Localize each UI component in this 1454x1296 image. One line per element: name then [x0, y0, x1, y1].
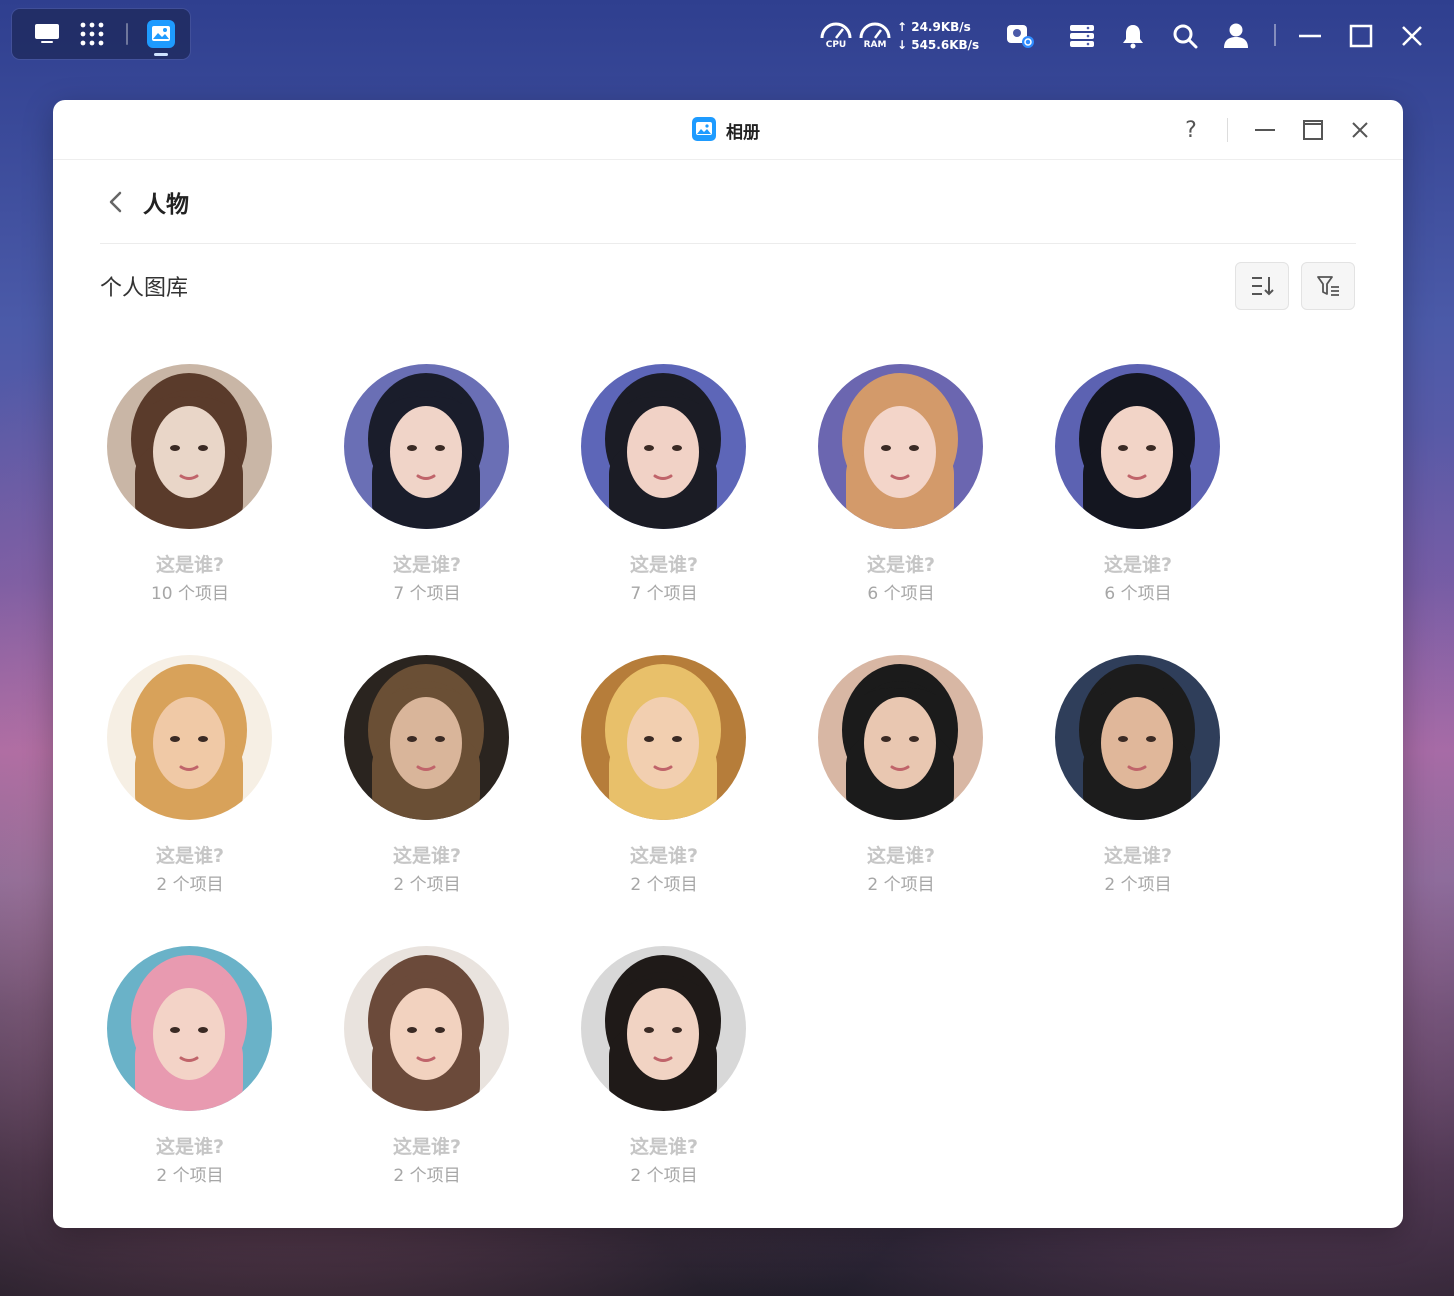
- album-window: 相册 ? 人物 个人图库 这是谁? 10 个项目 这是谁? 7 个项目 这是谁? 7 个项…: [53, 100, 1403, 1228]
- person-avatar[interactable]: [1055, 364, 1220, 529]
- person-item-count: 6 个项目: [1104, 584, 1172, 604]
- ram-label: RAM: [863, 40, 887, 50]
- person-avatar[interactable]: [107, 364, 272, 529]
- tray-divider: [1274, 24, 1276, 46]
- person-name[interactable]: 这是谁?: [559, 550, 769, 577]
- taskbar-left: [12, 9, 190, 59]
- search-icon[interactable]: [1169, 20, 1201, 52]
- person-item-count: 6 个项目: [867, 584, 935, 604]
- cpu-label: CPU: [825, 40, 847, 50]
- window-title: 相册: [726, 123, 760, 143]
- person-item-count: 7 个项目: [393, 584, 461, 604]
- active-indicator: [154, 53, 168, 56]
- person-avatar[interactable]: [344, 946, 509, 1111]
- person-avatar[interactable]: [581, 364, 746, 529]
- person-card[interactable]: 这是谁? 7 个项目: [559, 364, 769, 614]
- person-card[interactable]: 这是谁? 2 个项目: [85, 946, 295, 1196]
- close-icon[interactable]: [1396, 20, 1428, 52]
- section-title: 个人图库: [100, 276, 189, 301]
- person-card[interactable]: 这是谁? 2 个项目: [85, 655, 295, 905]
- person-card[interactable]: 这是谁? 7 个项目: [322, 364, 532, 614]
- person-avatar[interactable]: [344, 364, 509, 529]
- desktop-icon[interactable]: [30, 17, 64, 51]
- person-item-count: 2 个项目: [393, 1166, 461, 1186]
- person-avatar[interactable]: [581, 946, 746, 1111]
- person-name[interactable]: 这是谁?: [322, 550, 532, 577]
- cloud-sync-icon[interactable]: [1004, 20, 1036, 52]
- person-item-count: 2 个项目: [630, 1166, 698, 1186]
- person-name[interactable]: 这是谁?: [1033, 841, 1243, 868]
- person-name[interactable]: 这是谁?: [322, 841, 532, 868]
- download-rate: ↓ 545.6KB/s: [897, 38, 980, 52]
- person-name[interactable]: 这是谁?: [1033, 550, 1243, 577]
- help-button[interactable]: ?: [1177, 116, 1205, 144]
- person-card[interactable]: 这是谁? 2 个项目: [796, 655, 1006, 905]
- person-card[interactable]: 这是谁? 2 个项目: [559, 946, 769, 1196]
- person-item-count: 2 个项目: [867, 875, 935, 895]
- ram-gauge[interactable]: RAM: [857, 20, 893, 54]
- photos-app-icon: [692, 117, 716, 141]
- grid-apps-icon[interactable]: [75, 17, 109, 51]
- person-avatar[interactable]: [344, 655, 509, 820]
- bell-icon[interactable]: [1117, 20, 1149, 52]
- sort-icon: [1252, 277, 1274, 296]
- sort-button[interactable]: [1235, 262, 1289, 310]
- window-minimize-icon[interactable]: [1251, 116, 1279, 144]
- page-title: 人物: [143, 192, 189, 218]
- person-avatar[interactable]: [107, 946, 272, 1111]
- person-name[interactable]: 这是谁?: [559, 1132, 769, 1159]
- person-item-count: 7 个项目: [630, 584, 698, 604]
- person-name[interactable]: 这是谁?: [85, 550, 295, 577]
- person-card[interactable]: 这是谁? 10 个项目: [85, 364, 295, 614]
- filter-icon: [1317, 276, 1339, 296]
- person-card[interactable]: 这是谁? 2 个项目: [1033, 655, 1243, 905]
- cpu-gauge[interactable]: CPU: [818, 20, 854, 54]
- storage-icon[interactable]: [1066, 20, 1098, 52]
- window-titlebar[interactable]: 相册 ?: [53, 100, 1403, 160]
- window-close-icon[interactable]: [1346, 116, 1374, 144]
- user-icon[interactable]: [1220, 20, 1252, 52]
- minimize-icon[interactable]: [1294, 20, 1326, 52]
- window-maximize-icon[interactable]: [1299, 116, 1327, 144]
- person-name[interactable]: 这是谁?: [85, 1132, 295, 1159]
- upload-rate: ↑ 24.9KB/s: [897, 20, 971, 34]
- person-card[interactable]: 这是谁? 6 个项目: [1033, 364, 1243, 614]
- person-item-count: 2 个项目: [156, 1166, 224, 1186]
- person-card[interactable]: 这是谁? 2 个项目: [322, 655, 532, 905]
- titlebar-divider: [1227, 118, 1228, 142]
- person-card[interactable]: 这是谁? 2 个项目: [322, 946, 532, 1196]
- maximize-icon[interactable]: [1345, 20, 1377, 52]
- person-avatar[interactable]: [1055, 655, 1220, 820]
- person-name[interactable]: 这是谁?: [85, 841, 295, 868]
- person-item-count: 2 个项目: [630, 875, 698, 895]
- network-speed: ↑ 24.9KB/s ↓ 545.6KB/s: [897, 18, 979, 54]
- person-card[interactable]: 这是谁? 6 个项目: [796, 364, 1006, 614]
- person-name[interactable]: 这是谁?: [796, 841, 1006, 868]
- person-item-count: 2 个项目: [156, 875, 224, 895]
- person-avatar[interactable]: [818, 655, 983, 820]
- person-item-count: 2 个项目: [1104, 875, 1172, 895]
- filter-button[interactable]: [1301, 262, 1355, 310]
- person-avatar[interactable]: [818, 364, 983, 529]
- person-avatar[interactable]: [107, 655, 272, 820]
- photos-app-icon[interactable]: [144, 17, 178, 51]
- page-header: 人物: [100, 160, 1356, 244]
- back-chevron-icon[interactable]: [106, 190, 126, 214]
- person-name[interactable]: 这是谁?: [322, 1132, 532, 1159]
- person-name[interactable]: 这是谁?: [559, 841, 769, 868]
- person-item-count: 10 个项目: [150, 584, 230, 604]
- person-name[interactable]: 这是谁?: [796, 550, 1006, 577]
- person-item-count: 2 个项目: [393, 875, 461, 895]
- person-avatar[interactable]: [581, 655, 746, 820]
- person-card[interactable]: 这是谁? 2 个项目: [559, 655, 769, 905]
- taskbar-divider: [126, 23, 128, 45]
